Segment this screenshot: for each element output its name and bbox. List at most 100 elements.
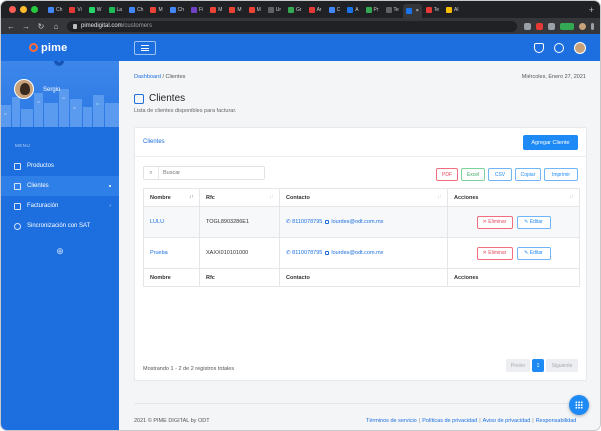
delete-button[interactable]: ✕ Eliminar <box>476 246 513 260</box>
minimize-window-button[interactable] <box>20 6 27 13</box>
url-host: pimedigital.com <box>81 23 123 29</box>
browser-tab[interactable]: M <box>226 4 244 16</box>
header-avatar[interactable] <box>574 42 586 54</box>
client-name-link[interactable]: LULU <box>143 206 200 238</box>
back-arrow-icon[interactable]: ← <box>7 22 15 31</box>
puzzle-icon[interactable] <box>548 22 555 30</box>
home-icon[interactable]: ⌂ <box>52 22 60 31</box>
apps-grid-button[interactable] <box>569 395 589 415</box>
browser-tab[interactable]: M <box>207 4 225 16</box>
edit-button[interactable]: ✎ Editar <box>516 215 551 229</box>
breadcrumb-dashboard-link[interactable]: Dashboard <box>134 74 161 80</box>
check-circle-icon[interactable] <box>554 43 564 53</box>
brand-name: pime <box>41 41 68 54</box>
browser-tab[interactable]: M <box>147 4 165 16</box>
records-info: Mostrando 1 - 2 de 2 registros totales <box>143 366 235 372</box>
shield-check-icon[interactable] <box>534 43 544 53</box>
reload-icon[interactable]: ↻ <box>37 22 45 31</box>
client-email[interactable]: lourdes@odt.com.mx <box>331 219 383 225</box>
add-client-button[interactable]: Agregar Cliente <box>523 135 578 150</box>
delete-button[interactable]: ✕ Eliminar <box>476 215 513 229</box>
close-window-button[interactable] <box>9 6 16 13</box>
sidebar-item-clientes[interactable]: Clientes <box>1 176 119 196</box>
browser-tab[interactable]: W <box>86 4 105 16</box>
print-button[interactable]: Imprimir <box>544 168 578 181</box>
tab-label: Vi <box>77 6 82 13</box>
menu-section-title: MENU <box>15 143 31 148</box>
export-pdf-button[interactable]: PDF <box>436 168 458 181</box>
sort-desc-icon[interactable]: ↓↑ <box>189 194 194 200</box>
column-header-acciones[interactable]: Acciones ↓↑ <box>447 188 580 207</box>
maximize-window-button[interactable] <box>31 6 38 13</box>
browser-tab[interactable]: × <box>402 4 422 18</box>
browser-tab[interactable]: Pr <box>363 4 382 16</box>
sidebar-item-productos[interactable]: Productos <box>1 156 119 176</box>
column-header-contacto[interactable]: Contacto ↓↑ <box>279 188 448 207</box>
export-csv-button[interactable]: CSV <box>488 168 512 181</box>
browser-tab[interactable]: Te <box>423 4 442 16</box>
extension-badge-icon[interactable] <box>560 22 574 30</box>
client-email[interactable]: lourdes@odt.com.mx <box>331 250 383 256</box>
browser-tab[interactable]: C <box>326 4 344 16</box>
footer-link-terminos[interactable]: Términos de servicio <box>366 418 417 424</box>
browser-tab[interactable]: Ch <box>167 4 187 16</box>
sidebar-collapse-button[interactable]: ▾ <box>54 61 64 66</box>
menu-dots-icon[interactable] <box>591 22 594 30</box>
extension-icon[interactable] <box>536 22 543 30</box>
table-row: Prueba XAXX010101000 ✆ 8110078795 lourde… <box>143 237 580 269</box>
address-bar[interactable]: pimedigital.com/customers <box>67 20 517 32</box>
users-icon <box>134 93 144 104</box>
search-input[interactable] <box>159 170 259 176</box>
browser-tab[interactable]: Gr <box>285 4 305 16</box>
browser-tab[interactable]: Vi <box>66 4 84 16</box>
browser-tab[interactable]: Ur <box>265 4 284 16</box>
brand-logo[interactable]: pime <box>1 34 119 61</box>
tab-favicon-icon <box>405 8 412 14</box>
footer-link-aviso[interactable]: Aviso de privacidad <box>483 418 531 424</box>
tab-favicon-icon <box>446 6 453 13</box>
browser-tab[interactable]: Ch <box>45 4 65 16</box>
column-header-rfc[interactable]: Rfc ↓↑ <box>199 188 280 207</box>
browser-tab[interactable]: Al <box>443 4 461 16</box>
sidebar-item-sincronizacion[interactable]: Sincronización con SAT <box>1 216 119 236</box>
export-excel-button[interactable]: Excel <box>461 168 485 181</box>
sort-icon[interactable]: ↓↑ <box>437 194 442 200</box>
column-header-nombre[interactable]: Nombre ↓↑ <box>143 188 200 207</box>
new-tab-button[interactable]: + <box>583 5 600 15</box>
sidebar-menu: Productos Clientes Facturación › Sincron… <box>1 156 119 236</box>
profile-avatar[interactable] <box>579 22 586 30</box>
browser-tab[interactable]: La <box>106 4 126 16</box>
client-phone[interactable]: 8110078795 <box>292 250 322 256</box>
browser-tab[interactable]: Fi <box>188 4 206 16</box>
tab-favicon-icon <box>347 6 354 13</box>
forward-arrow-icon[interactable]: → <box>22 22 30 31</box>
page-heading: Clientes <box>134 93 185 104</box>
star-icon[interactable] <box>524 22 531 30</box>
user-avatar[interactable] <box>14 79 34 99</box>
sidebar-item-facturacion[interactable]: Facturación › <box>1 196 119 216</box>
add-menu-icon[interactable]: ⊕ <box>1 246 119 257</box>
search-icon: ⌕ <box>144 167 159 179</box>
hamburger-menu-button[interactable] <box>134 41 156 55</box>
browser-tab[interactable]: Te <box>383 4 402 16</box>
tab-close-icon[interactable]: × <box>416 8 419 14</box>
browser-tab[interactable]: Ar <box>306 4 325 16</box>
user-name: Sergio <box>43 87 61 93</box>
edit-button[interactable]: ✎ Editar <box>516 246 551 260</box>
client-name-link[interactable]: Prueba <box>143 237 200 269</box>
pagination-previous-button[interactable]: Previo <box>506 359 530 372</box>
browser-tab[interactable]: Ch <box>126 4 146 16</box>
pagination-next-button[interactable]: Siguiente <box>546 359 578 372</box>
tab-favicon-icon <box>88 6 95 13</box>
footer-link-politicas[interactable]: Políticas de privacidad <box>422 418 477 424</box>
client-phone[interactable]: 8110078795 <box>292 219 322 225</box>
sort-icon[interactable]: ↓↑ <box>269 194 274 200</box>
clients-card: Clientes Agregar Cliente ⌕ PDF Excel CSV… <box>134 127 587 381</box>
pagination-page-button[interactable]: 1 <box>532 359 544 372</box>
tab-label: Ch <box>177 6 185 13</box>
browser-tab[interactable]: A <box>344 4 361 16</box>
copy-button[interactable]: Copiar <box>515 168 541 181</box>
browser-tab[interactable]: M <box>246 4 264 16</box>
sort-icon[interactable]: ↓↑ <box>569 194 574 200</box>
footer-link-responsabilidad[interactable]: Responsabilidad <box>536 418 577 424</box>
